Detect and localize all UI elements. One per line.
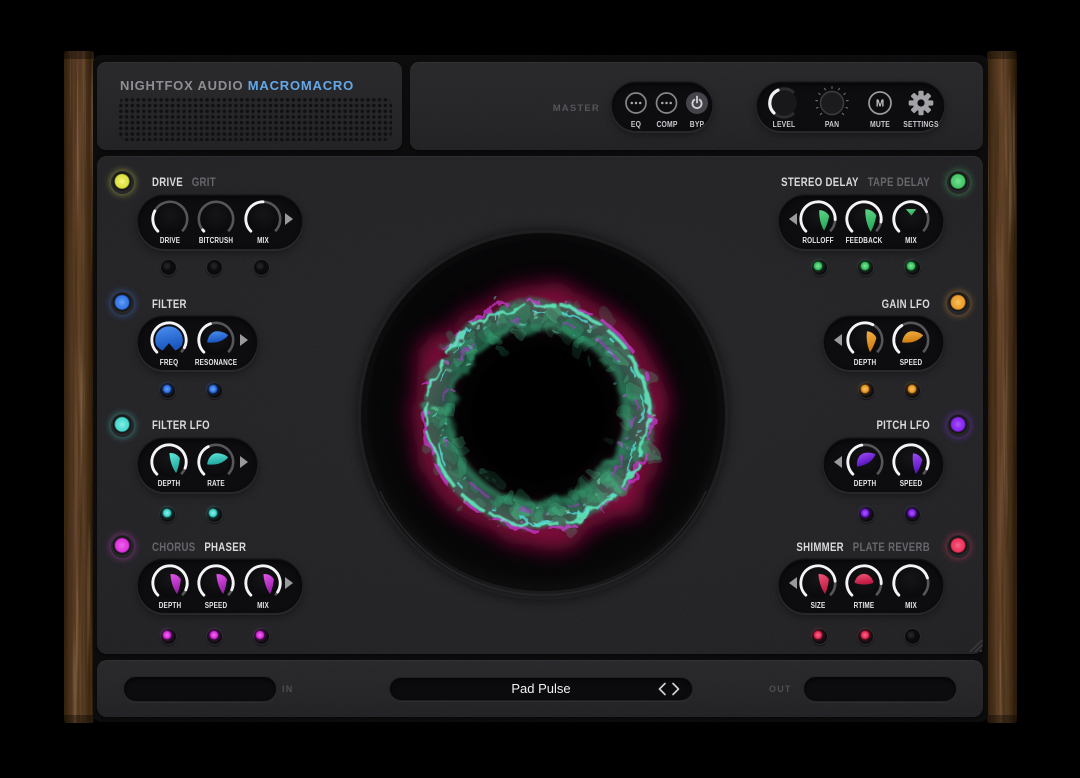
svg-text:M: M <box>876 99 884 110</box>
